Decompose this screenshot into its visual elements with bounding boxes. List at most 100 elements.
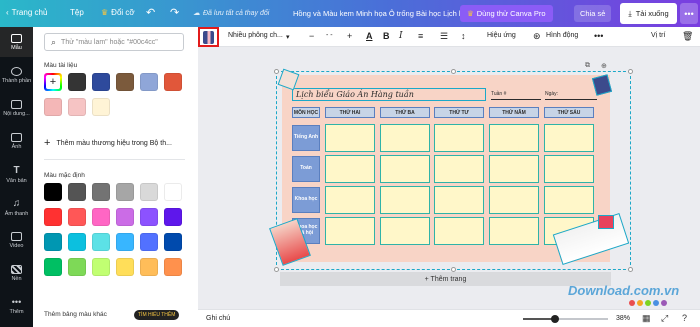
color-swatch[interactable] xyxy=(164,208,182,226)
color-swatch[interactable] xyxy=(92,233,110,251)
color-swatch[interactable] xyxy=(164,73,182,91)
rail-item-background[interactable]: Nền xyxy=(0,258,33,288)
schedule-cell[interactable] xyxy=(380,186,430,214)
schedule-cell[interactable] xyxy=(380,217,430,245)
schedule-cell[interactable] xyxy=(544,124,594,152)
color-swatch[interactable] xyxy=(140,233,158,251)
schedule-cell[interactable] xyxy=(489,155,539,183)
text-color-button[interactable] xyxy=(198,27,219,47)
rail-item-photos[interactable]: Ảnh xyxy=(0,126,33,156)
resize-handle[interactable] xyxy=(274,69,279,74)
week-field[interactable]: Tuần # xyxy=(491,91,541,100)
add-brand-colors-button[interactable]: + Thêm màu thương hiệu trong Bộ th... xyxy=(44,137,172,149)
color-swatch[interactable] xyxy=(140,183,158,201)
position-button[interactable]: Vị trí xyxy=(651,32,665,39)
color-swatch[interactable] xyxy=(116,208,134,226)
schedule-cell[interactable] xyxy=(325,217,375,245)
list-icon[interactable]: ☰ xyxy=(440,31,448,42)
share-button[interactable]: Chia sẻ xyxy=(574,5,612,22)
schedule-cell[interactable] xyxy=(434,186,484,214)
add-page-icon[interactable]: ⊕ xyxy=(601,62,607,70)
schedule-cell[interactable] xyxy=(434,217,484,245)
resize-button[interactable]: ♛ Đổi cỡ xyxy=(101,8,135,17)
help-icon[interactable]: ? xyxy=(682,313,687,323)
rail-item-elements[interactable]: Thành phần xyxy=(0,60,33,90)
try-pro-button[interactable]: ♛ Dùng thử Canva Pro xyxy=(460,5,553,22)
color-swatch[interactable] xyxy=(44,258,62,276)
color-swatch[interactable] xyxy=(164,233,182,251)
color-swatch[interactable] xyxy=(140,73,158,91)
color-swatch[interactable] xyxy=(44,208,62,226)
resize-handle[interactable] xyxy=(274,267,279,272)
schedule-cell[interactable] xyxy=(325,186,375,214)
trash-icon[interactable]: 🗑 xyxy=(682,31,693,42)
italic-icon[interactable]: I xyxy=(399,31,403,41)
color-search-input[interactable]: ⌕ Thử "màu lam" hoặc "#00c4cc" xyxy=(44,33,184,51)
schedule-cell[interactable] xyxy=(544,186,594,214)
color-swatch[interactable] xyxy=(44,233,62,251)
schedule-cell[interactable] xyxy=(325,124,375,152)
color-swatch[interactable] xyxy=(68,183,86,201)
color-swatch[interactable] xyxy=(68,258,86,276)
rail-item-uploads[interactable]: Nội dung... xyxy=(0,93,33,123)
learn-more-badge[interactable]: TÌM HIỂU THÊM xyxy=(134,310,180,320)
color-swatch[interactable] xyxy=(140,208,158,226)
file-menu[interactable]: Tệp xyxy=(70,8,84,17)
add-color-button[interactable]: + xyxy=(44,73,62,91)
color-swatch[interactable] xyxy=(92,98,110,116)
more-options-icon[interactable]: ••• xyxy=(680,3,698,24)
color-swatch[interactable] xyxy=(68,73,86,91)
text-color-icon[interactable]: A xyxy=(366,31,373,41)
schedule-cell[interactable] xyxy=(434,155,484,183)
animate-button[interactable]: Hình động xyxy=(546,32,578,39)
column-header[interactable]: THỨ SÁU xyxy=(544,107,594,118)
color-swatch[interactable] xyxy=(140,258,158,276)
schedule-cell[interactable] xyxy=(489,186,539,214)
add-page-button[interactable]: + Thêm trang xyxy=(280,272,611,286)
rail-item-more[interactable]: ••• Thêm xyxy=(0,291,33,321)
color-swatch[interactable] xyxy=(92,73,110,91)
font-family-select[interactable]: Nhiều phông ch... xyxy=(228,32,283,39)
column-header[interactable]: THỨ HAI xyxy=(325,107,375,118)
schedule-cell[interactable] xyxy=(380,124,430,152)
resize-handle[interactable] xyxy=(628,267,633,272)
spacing-icon[interactable]: ↕ xyxy=(461,31,466,41)
more-palettes-link[interactable]: Thêm bảng màu khác xyxy=(44,311,107,318)
download-button[interactable]: ⤓ Tải xuống xyxy=(620,3,677,24)
animate-icon[interactable]: ⊛ xyxy=(533,31,541,42)
rail-item-video[interactable]: Video xyxy=(0,225,33,255)
rail-item-templates[interactable]: Mẫu xyxy=(0,27,33,57)
schedule-cell[interactable] xyxy=(380,155,430,183)
schedule-cell[interactable] xyxy=(489,124,539,152)
schedule-cell[interactable] xyxy=(489,217,539,245)
bold-icon[interactable]: B xyxy=(383,31,390,41)
notes-button[interactable]: Ghi chú xyxy=(206,315,230,322)
plan-title[interactable]: Lịch biểu Giáo Án Hàng tuần xyxy=(292,88,486,101)
color-swatch[interactable] xyxy=(116,233,134,251)
zoom-level[interactable]: 38% xyxy=(616,315,630,322)
home-button[interactable]: ‹ Trang chủ xyxy=(6,8,47,17)
zoom-slider[interactable] xyxy=(523,315,608,323)
column-header[interactable]: MÔN HỌC xyxy=(292,107,320,118)
date-field[interactable]: Ngày: xyxy=(545,91,597,100)
color-swatch[interactable] xyxy=(68,98,86,116)
color-swatch[interactable] xyxy=(68,208,86,226)
color-swatch[interactable] xyxy=(116,73,134,91)
undo-icon[interactable]: ↶ xyxy=(146,6,155,19)
color-swatch[interactable] xyxy=(164,183,182,201)
color-swatch[interactable] xyxy=(92,258,110,276)
redo-icon[interactable]: ↷ xyxy=(170,6,179,19)
schedule-cell[interactable] xyxy=(434,124,484,152)
resize-handle[interactable] xyxy=(451,69,456,74)
column-header[interactable]: THỨ NĂM xyxy=(489,107,539,118)
minus-icon[interactable]: − xyxy=(309,31,314,41)
plus-icon[interactable]: + xyxy=(347,31,352,41)
fullscreen-icon[interactable]: ⤢ xyxy=(661,313,668,324)
font-size-input[interactable]: - - xyxy=(326,32,333,39)
color-swatch[interactable] xyxy=(44,98,62,116)
resize-handle[interactable] xyxy=(628,69,633,74)
row-header[interactable]: Toán xyxy=(292,156,320,182)
duplicate-page-icon[interactable]: ⧉ xyxy=(585,62,590,70)
align-icon[interactable]: ≡ xyxy=(418,31,423,41)
color-swatch[interactable] xyxy=(44,183,62,201)
